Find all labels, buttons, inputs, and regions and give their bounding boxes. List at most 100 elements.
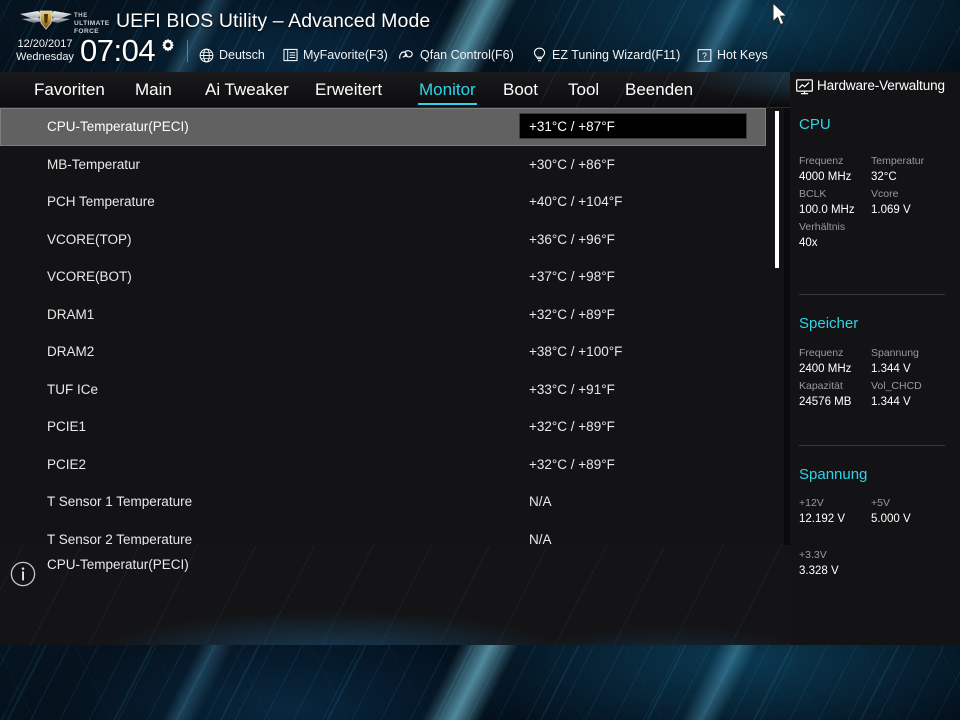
tab-favoriten[interactable]: Favoriten <box>34 80 105 102</box>
footer-bar: Letzte Änderung EzMode(F7)| Search on FA… <box>0 645 960 720</box>
header-item-label: MyFavorite(F3) <box>303 48 388 62</box>
monitor-row-value: +31°C / +87°F <box>529 119 615 135</box>
bookmark-list-icon <box>283 48 298 62</box>
hardware-monitor-sidebar: Hardware-Verwaltung CPU Frequenz 4000 MHz T… <box>790 72 960 645</box>
svg-text:THE: THE <box>74 13 88 19</box>
page-title: UEFI BIOS Utility – Advanced Mode <box>116 10 431 32</box>
svg-text:ULTIMATE: ULTIMATE <box>74 20 110 27</box>
info-circle-icon <box>10 561 36 587</box>
sidebar-field-key: Spannung <box>871 347 919 359</box>
monitor-row-label: PCH Temperature <box>47 194 155 210</box>
footer-background <box>0 645 960 720</box>
monitor-row[interactable]: PCIE1 +32°C / +89°F <box>0 408 766 446</box>
header-item-language[interactable]: Deutsch <box>199 45 265 65</box>
header-item-label: EZ Tuning Wizard(F11) <box>552 48 681 62</box>
monitor-row-value: +32°C / +89°F <box>529 306 615 322</box>
monitor-row-label: MB-Temperatur <box>47 156 141 172</box>
info-text: CPU-Temperatur(PECI) <box>47 557 189 572</box>
sidebar-divider <box>799 445 945 446</box>
header-item-label: Qfan Control(F6) <box>420 48 514 62</box>
monitor-row-value: +32°C / +89°F <box>529 419 615 435</box>
fan-icon <box>399 50 413 59</box>
monitor-row[interactable]: T Sensor 2 Temperature N/A <box>0 521 766 545</box>
monitor-row[interactable]: CPU-Temperatur(PECI) +31°C / +87°F <box>0 108 766 146</box>
sidebar-field-value: 3.328 V <box>799 565 839 577</box>
monitor-row[interactable]: PCIE2 +32°C / +89°F <box>0 446 766 484</box>
sidebar-field-key: Kapazität <box>799 380 843 392</box>
tab-boot[interactable]: Boot <box>503 80 538 102</box>
sidebar-field-value: 1.344 V <box>871 363 911 375</box>
tab-ai-tweaker[interactable]: Ai Tweaker <box>205 80 289 102</box>
sidebar-field-key: +5V <box>871 497 890 509</box>
header-item-myfavorite[interactable]: MyFavorite(F3) <box>283 45 388 65</box>
monitor-row-label: DRAM2 <box>47 344 95 360</box>
globe-icon <box>199 48 214 62</box>
sidebar-field-key: Vcore <box>871 188 899 200</box>
lightbulb-icon <box>533 47 546 62</box>
sidebar-field-value: 4000 MHz <box>799 171 852 183</box>
sidebar-section-title: CPU <box>799 116 831 133</box>
header-item-qfan[interactable]: Qfan Control(F6) <box>398 45 514 65</box>
date-display: 12/20/2017 Wednesday <box>9 38 81 63</box>
sidebar-field-value: 24576 MB <box>799 396 852 408</box>
tab-monitor[interactable]: Monitor <box>418 80 477 105</box>
date-value: 12/20/2017 <box>17 38 73 50</box>
header-item-label: Deutsch <box>219 48 265 62</box>
sidebar-field-value: 1.069 V <box>871 204 911 216</box>
scrollbar-thumb[interactable] <box>775 111 779 268</box>
gear-icon[interactable] <box>160 38 176 54</box>
sidebar-field-value: 12.192 V <box>799 513 846 525</box>
sidebar-field-value: 100.0 MHz <box>799 204 855 216</box>
header-bar: THE ULTIMATE FORCE UEFI BIOS Utility – A… <box>0 0 960 72</box>
monitor-row[interactable]: VCORE(TOP) +36°C / +96°F <box>0 221 766 259</box>
sidebar-field-value: 2400 MHz <box>799 363 852 375</box>
monitor-row[interactable]: PCH Temperature +40°C / +104°F <box>0 183 766 221</box>
sidebar-header: Hardware-Verwaltung <box>796 78 956 95</box>
sidebar-divider <box>799 294 945 295</box>
monitor-row-label: T Sensor 1 Temperature <box>47 494 193 510</box>
mouse-cursor <box>772 1 789 28</box>
tab-main[interactable]: Main <box>135 80 172 102</box>
monitor-chart-icon <box>796 79 813 95</box>
sidebar-field-value: 1.344 V <box>871 396 911 408</box>
monitor-row-label: TUF ICe <box>47 381 99 397</box>
monitor-row[interactable]: MB-Temperatur +30°C / +86°F <box>0 146 766 184</box>
sidebar-section-title: Speicher <box>799 315 859 332</box>
monitor-row-value: +30°C / +86°F <box>529 156 615 172</box>
monitor-row-value: +40°C / +104°F <box>529 194 623 210</box>
weekday-value: Wednesday <box>16 50 74 63</box>
sidebar-field-key: Vol_CHCD <box>871 380 922 392</box>
monitor-row[interactable]: VCORE(BOT) +37°C / +98°F <box>0 258 766 296</box>
question-box-icon: ? <box>697 48 712 62</box>
monitor-row-value: +33°C / +91°F <box>529 381 615 397</box>
tab-tool[interactable]: Tool <box>568 80 599 102</box>
monitor-row-label: PCIE1 <box>47 419 87 435</box>
sidebar-field-value: 32°C <box>871 171 897 183</box>
sidebar-field-key: +12V <box>799 497 824 509</box>
tab-beenden[interactable]: Beenden <box>625 80 693 102</box>
sidebar-field-key: Frequenz <box>799 155 844 167</box>
monitor-row-value: +36°C / +96°F <box>529 231 615 247</box>
header-item-hotkeys[interactable]: ? Hot Keys <box>697 45 768 65</box>
sidebar-field-key: +3.3V <box>799 549 827 561</box>
monitor-row-label: VCORE(BOT) <box>47 269 132 285</box>
header-item-label: Hot Keys <box>717 48 768 62</box>
monitor-row-value: N/A <box>529 531 552 545</box>
monitor-row-value: +37°C / +98°F <box>529 269 615 285</box>
sidebar-field-key: Temperatur <box>871 155 925 167</box>
sidebar-field-value: 40x <box>799 237 818 249</box>
monitor-row-label: T Sensor 2 Temperature <box>47 531 193 545</box>
monitor-row[interactable]: DRAM1 +32°C / +89°F <box>0 296 766 334</box>
monitor-row-label: DRAM1 <box>47 306 95 322</box>
sidebar-field-key: Frequenz <box>799 347 844 359</box>
monitor-item-list: CPU-Temperatur(PECI) +31°C / +87°F MB-Temp… <box>0 108 790 545</box>
sidebar-field-value: 5.000 V <box>871 513 911 525</box>
monitor-row[interactable]: T Sensor 1 Temperature N/A <box>0 483 766 521</box>
tab-erweitert[interactable]: Erweitert <box>315 80 382 102</box>
monitor-row[interactable]: TUF ICe +33°C / +91°F <box>0 371 766 409</box>
monitor-row-label: PCIE2 <box>47 456 87 472</box>
monitor-row[interactable]: DRAM2 +38°C / +100°F <box>0 333 766 371</box>
header-item-ez-tuning[interactable]: EZ Tuning Wizard(F11) <box>532 45 680 65</box>
sidebar-field-key: BCLK <box>799 188 827 200</box>
monitor-row-label: VCORE(TOP) <box>47 231 132 247</box>
